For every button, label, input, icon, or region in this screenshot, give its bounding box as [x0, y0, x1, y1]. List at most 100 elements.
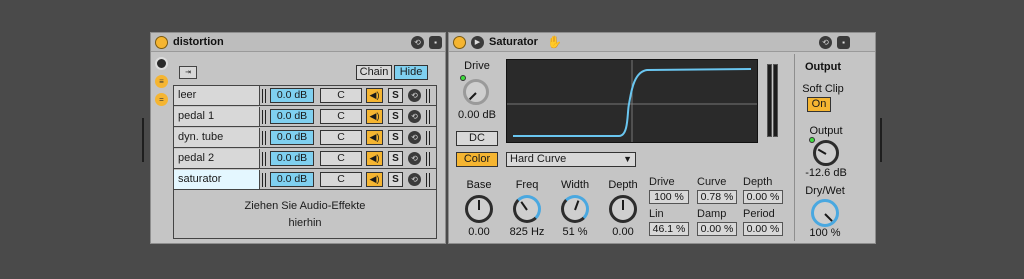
drop-hint-line1: Ziehen Sie Audio-Effekte — [244, 200, 366, 212]
chain-pan-field[interactable]: C — [320, 151, 362, 166]
hand-icon[interactable]: ✋ — [547, 35, 562, 49]
rack-hotswap-icon[interactable]: ⟲ — [411, 36, 424, 49]
chain-row[interactable]: pedal 2 0.0 dB C ◀) S ⟲ — [174, 149, 436, 169]
chain-name[interactable]: pedal 2 — [174, 149, 260, 168]
chain-name[interactable]: dyn. tube — [174, 128, 260, 147]
color-knob[interactable] — [513, 195, 541, 223]
chain-meter — [426, 110, 430, 124]
waveshaper-value[interactable]: 46.1 % — [649, 222, 689, 236]
chain-hotswap-icon[interactable]: ⟲ — [408, 131, 421, 144]
chain-solo-button[interactable]: S — [388, 130, 403, 145]
key-map-button[interactable]: ⇥ — [179, 66, 197, 79]
waveshaper-value[interactable]: 0.00 % — [743, 190, 783, 204]
rack-power-button[interactable] — [155, 36, 168, 49]
macro-toggle-icon[interactable] — [155, 57, 168, 70]
chain-pan-field[interactable]: C — [320, 109, 362, 124]
chain-solo-button[interactable]: S — [388, 88, 403, 103]
chain-row[interactable]: dyn. tube 0.0 dB C ◀) S ⟲ — [174, 128, 436, 148]
chain-hotswap-icon[interactable]: ⟲ — [408, 173, 421, 186]
drywet-value: 100 % — [809, 227, 841, 239]
volume-meter — [262, 152, 266, 166]
right-edge-bar — [880, 118, 882, 162]
color-knob-value: 0.00 — [468, 226, 490, 238]
saturator-power-button[interactable] — [453, 36, 466, 49]
color-knob-label: Depth — [608, 179, 638, 191]
rack-save-icon[interactable]: ▪ — [429, 36, 442, 49]
devices-toggle-icon[interactable]: = — [155, 93, 168, 106]
waveshaper-value[interactable]: 0.78 % — [697, 190, 737, 204]
chain-row[interactable]: pedal 1 0.0 dB C ◀) S ⟲ — [174, 107, 436, 127]
chain-name[interactable]: pedal 1 — [174, 107, 260, 126]
saturator-title: Saturator — [489, 36, 538, 48]
speaker-icon[interactable]: ◀) — [366, 88, 383, 103]
rack-title: distortion — [173, 36, 224, 48]
chain-volume-field[interactable]: 0.0 dB — [270, 88, 314, 103]
color-knob[interactable] — [561, 195, 589, 223]
chain-hotswap-icon[interactable]: ⟲ — [408, 152, 421, 165]
soft-clip-toggle[interactable]: On — [807, 97, 831, 112]
chain-solo-button[interactable]: S — [388, 109, 403, 124]
chain-pan-field[interactable]: C — [320, 172, 362, 187]
drive-knob[interactable] — [463, 79, 489, 105]
output-separator — [794, 54, 795, 241]
output-section-title: Output — [804, 61, 842, 73]
chain-list: leer 0.0 dB C ◀) S ⟲ pedal 1 0.0 dB C ◀) S ⟲ dyn. tu… — [173, 85, 437, 239]
chain-volume-field[interactable]: 0.0 dB — [270, 109, 314, 124]
volume-meter — [262, 89, 266, 103]
chain-button[interactable]: Chain — [356, 65, 392, 80]
drive-value: 0.00 dB — [458, 109, 496, 121]
speaker-icon[interactable]: ◀) — [366, 130, 383, 145]
chain-pan-field[interactable]: C — [320, 130, 362, 145]
chain-volume-field[interactable]: 0.0 dB — [270, 172, 314, 187]
drive-modulation-dot — [460, 75, 466, 81]
input-meter — [767, 64, 772, 137]
chevron-down-icon: ▼ — [623, 154, 632, 164]
dc-button[interactable]: DC — [456, 131, 498, 146]
chain-solo-button[interactable]: S — [388, 151, 403, 166]
chain-list-toggle-icon[interactable]: ≡ — [155, 75, 168, 88]
output-modulation-dot — [809, 137, 815, 143]
waveshaper-value[interactable]: 0.00 % — [697, 222, 737, 236]
chain-solo-button[interactable]: S — [388, 172, 403, 187]
drywet-knob[interactable] — [811, 199, 839, 227]
curve-type-value: Hard Curve — [510, 153, 567, 165]
color-knob-value: 0.00 — [612, 226, 634, 238]
output-meter — [773, 64, 778, 137]
volume-meter — [262, 110, 266, 124]
chain-row[interactable]: saturator 0.0 dB C ◀) S ⟲ — [174, 170, 436, 190]
color-knob-value: 825 Hz — [509, 226, 545, 238]
chain-meter — [426, 173, 430, 187]
chain-volume-field[interactable]: 0.0 dB — [270, 151, 314, 166]
saturator-hotswap-icon[interactable]: ⟲ — [819, 36, 832, 49]
color-button[interactable]: Color — [456, 152, 498, 167]
chain-row[interactable]: leer 0.0 dB C ◀) S ⟲ — [174, 86, 436, 106]
speaker-icon[interactable]: ◀) — [366, 172, 383, 187]
waveshaper-value[interactable]: 0.00 % — [743, 222, 783, 236]
transfer-curve-display — [506, 59, 758, 143]
saturator-save-icon[interactable]: ▪ — [837, 36, 850, 49]
speaker-icon[interactable]: ◀) — [366, 109, 383, 124]
chain-pan-field[interactable]: C — [320, 88, 362, 103]
output-knob[interactable] — [813, 140, 839, 166]
saturator-device: ▶ Saturator ✋ ⟲ ▪ Drive 0.00 dB DC Color… — [448, 32, 876, 244]
volume-meter — [262, 131, 266, 145]
curve-type-dropdown[interactable]: Hard Curve ▼ — [506, 152, 636, 167]
hide-button[interactable]: Hide — [394, 65, 428, 80]
soft-clip-label: Soft Clip — [802, 83, 844, 95]
drop-hint-line2: hierhin — [288, 217, 322, 229]
chain-hotswap-icon[interactable]: ⟲ — [408, 110, 421, 123]
volume-meter — [262, 173, 266, 187]
waveshaper-value[interactable]: 100 % — [649, 190, 689, 204]
color-knob[interactable] — [465, 195, 493, 223]
color-knob-value: 51 % — [562, 226, 588, 238]
rack-device: distortion ⟲ ▪ ≡ = ⇥ Chain Hide leer 0.0 … — [150, 32, 446, 244]
speaker-icon[interactable]: ◀) — [366, 151, 383, 166]
chain-name[interactable]: saturator — [174, 170, 260, 189]
chain-hotswap-icon[interactable]: ⟲ — [408, 89, 421, 102]
chain-volume-field[interactable]: 0.0 dB — [270, 130, 314, 145]
play-icon[interactable]: ▶ — [471, 36, 484, 49]
chain-meter — [426, 89, 430, 103]
waveshaper-label: Damp — [697, 208, 727, 220]
color-knob[interactable] — [609, 195, 637, 223]
chain-name[interactable]: leer — [174, 86, 260, 105]
